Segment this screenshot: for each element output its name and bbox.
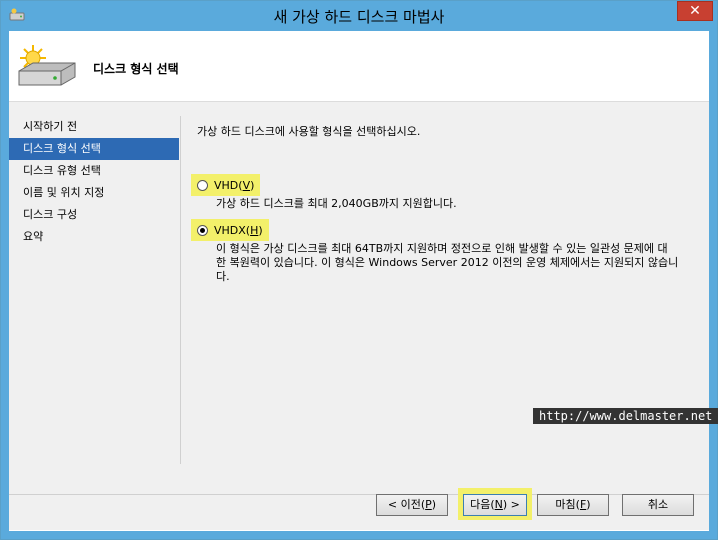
- nav-item-name-and-location[interactable]: 이름 및 위치 지정: [9, 182, 179, 204]
- vhd-label: VHD(V): [214, 178, 255, 192]
- nav-item-choose-disk-format[interactable]: 디스크 형식 선택: [9, 138, 179, 160]
- watermark: http://www.delmaster.net: [533, 408, 718, 424]
- vhd-description: 가상 하드 디스크를 최대 2,040GB까지 지원합니다.: [216, 197, 457, 210]
- nav-item-before-you-begin[interactable]: 시작하기 전: [9, 116, 179, 138]
- nav-item-summary[interactable]: 요약: [9, 226, 179, 248]
- nav-divider: [180, 116, 181, 464]
- vhdx-radio[interactable]: [197, 224, 208, 236]
- page-title: 디스크 형식 선택: [93, 62, 179, 76]
- nav-item-choose-disk-type[interactable]: 디스크 유형 선택: [9, 160, 179, 182]
- vhdx-description-line: 이 형식은 가상 디스크를 최대 64TB까지 지원하며 정전으로 인해 발생할…: [216, 242, 668, 255]
- vhdx-label: VHDX(H): [214, 223, 263, 237]
- finish-button[interactable]: 마침(F): [537, 494, 609, 516]
- window-title: 새 가상 하드 디스크 마법사: [273, 8, 445, 26]
- new-disk-icon: [18, 45, 76, 86]
- vhdx-description-line: 다.: [216, 270, 230, 283]
- vhd-radio[interactable]: [197, 179, 208, 191]
- vhdx-option[interactable]: VHDX(H): [191, 219, 269, 241]
- title-bar[interactable]: 새 가상 하드 디스크 마법사 ✕: [1, 1, 717, 31]
- cancel-button[interactable]: 취소: [622, 494, 694, 516]
- vhdx-description-line: 한 복원력이 있습니다. 이 형식은 Windows Server 2012 이…: [216, 256, 679, 269]
- wizard-window: 새 가상 하드 디스크 마법사 ✕ 디스크 형식 선택 시작하기 전 디스크 형…: [0, 0, 718, 540]
- previous-button[interactable]: < 이전(P): [376, 494, 448, 516]
- step-navigation: 시작하기 전 디스크 형식 선택 디스크 유형 선택 이름 및 위치 지정 디스…: [9, 116, 179, 248]
- vhd-option[interactable]: VHD(V): [191, 174, 261, 196]
- intro-text: 가상 하드 디스크에 사용할 형식을 선택하십시오.: [197, 125, 421, 138]
- next-button[interactable]: 다음(N) >: [463, 494, 527, 516]
- wizard-body: 시작하기 전 디스크 형식 선택 디스크 유형 선택 이름 및 위치 지정 디스…: [9, 102, 709, 530]
- wizard-header: 디스크 형식 선택: [9, 31, 709, 102]
- vhdx-description: 이 형식은 가상 디스크를 최대 64TB까지 지원하며 정전으로 인해 발생할…: [216, 242, 706, 284]
- wizard-client: 디스크 형식 선택 시작하기 전 디스크 형식 선택 디스크 유형 선택 이름 …: [9, 31, 709, 531]
- nav-item-configure-disk[interactable]: 디스크 구성: [9, 204, 179, 226]
- close-button[interactable]: ✕: [677, 1, 713, 21]
